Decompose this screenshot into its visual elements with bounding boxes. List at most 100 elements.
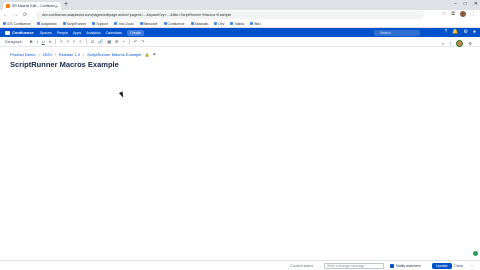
page-title[interactable]: ScriptRunner Macros Example bbox=[10, 60, 119, 69]
lock-icon[interactable]: 🔒 bbox=[144, 52, 149, 57]
reload-icon[interactable]: ⟳ bbox=[23, 12, 27, 18]
notifications-icon[interactable]: 🔔 bbox=[452, 29, 458, 35]
image-button[interactable]: ▦ bbox=[107, 39, 111, 44]
more-options-button[interactable]: ··· bbox=[470, 263, 474, 269]
browser-tab[interactable]: SR Macros Edit – Confluence ✕ bbox=[3, 2, 61, 10]
bookmark-icon bbox=[36, 22, 40, 25]
breadcrumb-item[interactable]: ScriptRunner Macros Example bbox=[87, 52, 141, 57]
undo-button[interactable]: ↶ bbox=[134, 39, 137, 44]
create-button[interactable]: Create bbox=[126, 29, 144, 36]
maximize-icon[interactable]: □ bbox=[464, 0, 467, 9]
window-controls: – □ ✕ bbox=[454, 0, 478, 9]
confluence-logo-icon bbox=[5, 30, 10, 35]
change-message-input[interactable]: Write a change message bbox=[324, 263, 384, 269]
editor-footer: Content status Write a change message No… bbox=[0, 260, 480, 270]
search-input[interactable]: Search bbox=[374, 29, 420, 36]
bookmark-item[interactable]: Atlassian bbox=[190, 20, 208, 27]
header-icons: ? 🔔 ⚙ ● bbox=[444, 29, 476, 35]
nav-buttons: ← → ⟳ bbox=[0, 12, 40, 18]
editor-settings-icon[interactable]: ⚙ bbox=[468, 41, 472, 46]
new-tab-button[interactable]: + bbox=[64, 1, 68, 8]
minimize-icon[interactable]: – bbox=[454, 0, 457, 9]
confluence-logo[interactable]: Confluence bbox=[0, 30, 34, 35]
breadcrumb-item[interactable]: Release 1.0 bbox=[59, 52, 80, 57]
breadcrumb-item[interactable]: Product Demo bbox=[10, 52, 36, 57]
checkbox-checked-icon[interactable] bbox=[390, 264, 394, 268]
text-color-button[interactable]: A bbox=[49, 39, 52, 44]
bold-button[interactable]: B bbox=[30, 39, 33, 44]
menu-apps[interactable]: Apps bbox=[73, 31, 81, 35]
mouse-cursor-icon bbox=[118, 91, 126, 99]
bookmark-item[interactable]: Bitbucket bbox=[139, 20, 158, 27]
tab-title: SR Macros Edit – Confluence bbox=[12, 4, 55, 8]
status-indicator-icon[interactable] bbox=[473, 251, 478, 256]
link-button[interactable]: 🔗 bbox=[98, 39, 103, 44]
bookmark-item[interactable]: iOS Confluence bbox=[3, 20, 31, 27]
bookmark-icon bbox=[3, 22, 6, 25]
browser-tabstrip: SR Macros Edit – Confluence ✕ + – □ ✕ bbox=[0, 0, 480, 10]
user-avatar-icon[interactable]: ● bbox=[473, 29, 476, 35]
extensions: ☆ ⧉ ⋮ bbox=[442, 11, 476, 17]
back-icon[interactable]: ← bbox=[3, 12, 8, 18]
align-button[interactable]: ≡ bbox=[73, 39, 75, 44]
find-replace-icon[interactable]: ⌕ bbox=[442, 41, 444, 46]
table-button[interactable]: ⊞ bbox=[115, 39, 118, 44]
menu-people[interactable]: People bbox=[57, 31, 68, 35]
breadcrumb-separator: / bbox=[38, 52, 40, 57]
bookmark-icon bbox=[114, 22, 118, 25]
breadcrumb-item[interactable]: 2020 bbox=[43, 52, 52, 57]
star-icon[interactable]: ☆ bbox=[442, 11, 446, 17]
breadcrumb-separator: / bbox=[54, 52, 56, 57]
menu-icon[interactable]: ⋮ bbox=[471, 11, 476, 17]
url-input[interactable]: dev-confluence.adaptavist.com/pages/edit… bbox=[36, 11, 424, 19]
underline-button[interactable]: U bbox=[42, 39, 45, 44]
paragraph-style-select[interactable]: Paragraph bbox=[5, 40, 22, 44]
bookmark-icon bbox=[62, 22, 66, 25]
update-button[interactable]: Update bbox=[432, 262, 452, 269]
bookmark-item[interactable]: Adaptavist bbox=[36, 20, 57, 27]
bullet-list-button[interactable]: ≡ bbox=[60, 39, 62, 44]
menu-calendars[interactable]: Calendars bbox=[106, 31, 122, 35]
restrictions-icon[interactable]: ⚑ bbox=[152, 52, 156, 57]
bookmark-icon bbox=[214, 22, 218, 25]
redo-button[interactable]: ↷ bbox=[141, 39, 144, 44]
bookmark-icon bbox=[139, 22, 143, 25]
bookmark-item[interactable]: Status bbox=[230, 20, 244, 27]
bookmark-item[interactable]: Dev bbox=[214, 20, 224, 27]
bookmark-icon bbox=[190, 22, 194, 25]
bookmark-icon bbox=[250, 22, 254, 25]
numbered-list-button[interactable]: ≡ bbox=[67, 39, 69, 44]
confluence-header: Confluence Spaces People Apps Analytics … bbox=[0, 28, 480, 37]
bookmark-icon bbox=[92, 22, 96, 25]
editor-help-icon[interactable]: ? bbox=[449, 41, 451, 46]
profile-avatar[interactable] bbox=[460, 11, 466, 17]
help-icon[interactable]: ? bbox=[444, 29, 447, 35]
bookmark-item[interactable]: Support bbox=[92, 20, 108, 27]
close-tab-icon[interactable]: ✕ bbox=[55, 4, 58, 9]
insert-more-button[interactable]: + bbox=[122, 39, 124, 44]
forward-icon[interactable]: → bbox=[13, 12, 18, 18]
collaborator-avatar bbox=[456, 40, 464, 47]
confluence-favicon-icon bbox=[6, 4, 10, 8]
menu-analytics[interactable]: Analytics bbox=[86, 31, 100, 35]
header-menus: Spaces People Apps Analytics Calendars bbox=[40, 31, 122, 35]
toolbar-divider bbox=[128, 39, 130, 44]
breadcrumb-separator: / bbox=[83, 52, 85, 57]
extension-icon[interactable]: ⧉ bbox=[451, 11, 455, 17]
bookmark-item[interactable]: Wiki bbox=[250, 20, 260, 27]
settings-icon[interactable]: ⚙ bbox=[463, 29, 467, 35]
italic-button[interactable]: I bbox=[37, 39, 38, 44]
content-status[interactable]: Content status bbox=[290, 263, 313, 269]
bookmark-item[interactable]: Jira Cloud bbox=[114, 20, 134, 27]
bookmark-item[interactable]: ScriptRunner bbox=[62, 20, 86, 27]
menu-spaces[interactable]: Spaces bbox=[40, 31, 52, 35]
notify-watchers-checkbox[interactable]: Notify watchers bbox=[390, 263, 421, 269]
bookmark-item[interactable]: Confluence bbox=[163, 20, 185, 27]
task-list-button[interactable]: ☑ bbox=[91, 39, 95, 44]
indent-button[interactable]: ≡ bbox=[79, 39, 81, 44]
close-button[interactable]: Close bbox=[454, 263, 463, 269]
editor-toolbar: Paragraph B I U A ≡ ≡ ≡ ≡ ☑ 🔗 ▦ ⊞ + ↶ ↷ bbox=[0, 37, 480, 47]
close-window-icon[interactable]: ✕ bbox=[474, 0, 478, 9]
editor-right-tools: ⌕ ? ⚙ bbox=[442, 40, 472, 47]
bookmarks-bar: iOS Confluence Adaptavist ScriptRunner Supp… bbox=[0, 20, 480, 28]
